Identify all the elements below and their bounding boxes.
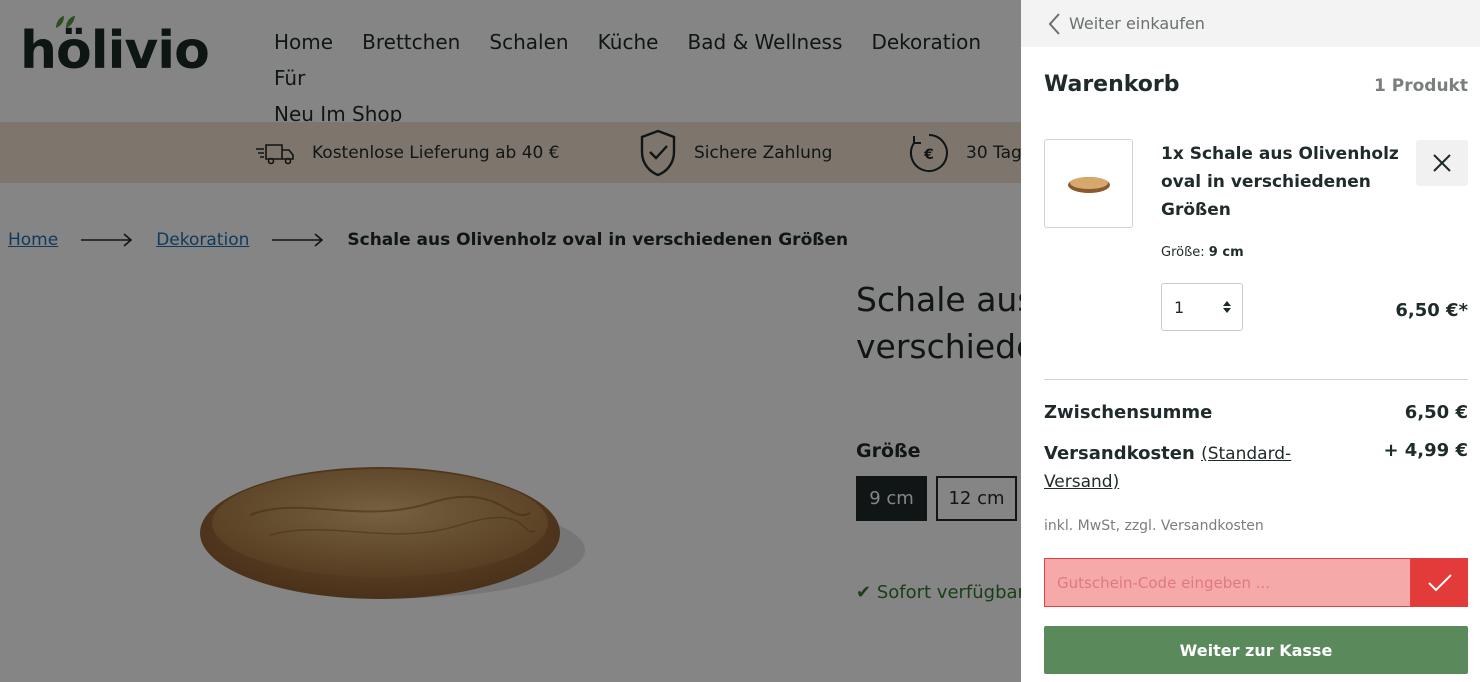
tax-note: inkl. MwSt, zzgl. Versandkosten [1044, 518, 1264, 534]
voucher-input[interactable] [1044, 558, 1411, 607]
shipping-value: + 4,99 € [1383, 440, 1468, 461]
subtotal-value: 6,50 € [1404, 402, 1468, 423]
voucher-submit-button[interactable] [1411, 558, 1468, 607]
check-icon [1427, 573, 1452, 591]
cart-item-name[interactable]: 1x Schale aus Olivenholz oval in verschi… [1161, 140, 1401, 224]
shipping-label: Versandkosten (Standard-Versand) [1044, 443, 1292, 492]
cart-item-count: 1 Produkt [1374, 76, 1468, 96]
quantity-select[interactable]: 1 [1161, 283, 1243, 331]
checkout-button[interactable]: Weiter zur Kasse [1044, 626, 1468, 674]
cart-title: Warenkorb [1044, 72, 1180, 97]
remove-item-button[interactable] [1416, 140, 1468, 186]
continue-shopping-label: Weiter einkaufen [1069, 14, 1205, 33]
continue-shopping-button[interactable]: Weiter einkaufen [1021, 0, 1480, 47]
quantity-value: 1 [1174, 297, 1185, 317]
voucher-form [1044, 558, 1468, 607]
divider [1044, 379, 1468, 380]
cart-item-size: Größe: 9 cm [1161, 245, 1244, 260]
cart-item-image[interactable] [1044, 139, 1133, 228]
subtotal-label: Zwischensumme [1044, 402, 1213, 423]
cart-item-price: 6,50 €* [1395, 300, 1468, 321]
chevron-left-icon [1048, 12, 1060, 35]
cart-offcanvas: Weiter einkaufen Warenkorb 1 Produkt 1x … [1021, 0, 1480, 682]
close-icon [1433, 154, 1451, 172]
sort-arrows-icon [1223, 301, 1231, 313]
